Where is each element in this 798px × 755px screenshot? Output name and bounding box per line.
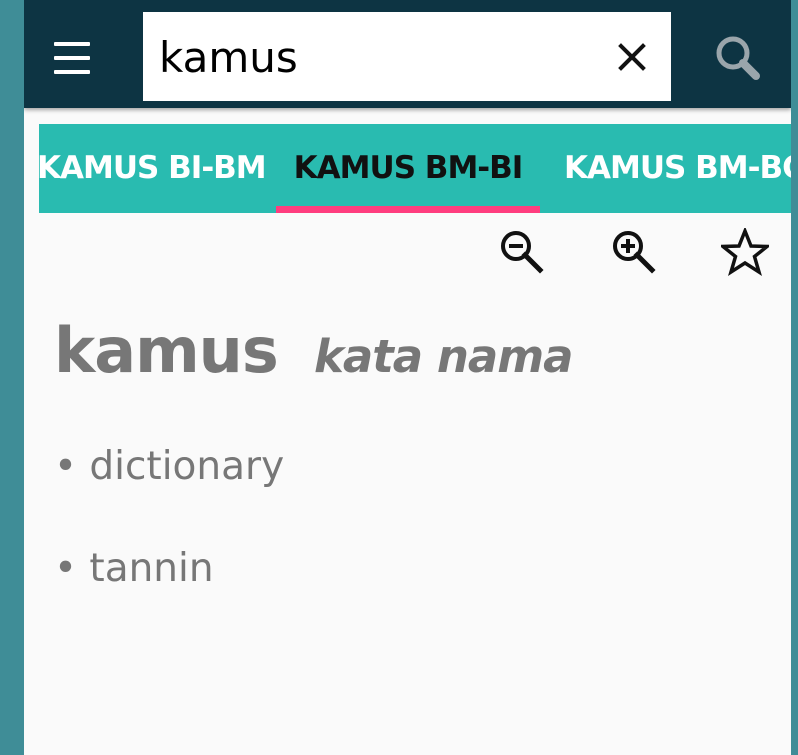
tab-kamus-bm-bc[interactable]: KAMUS BM-BC bbox=[564, 124, 791, 213]
selected-tab-indicator bbox=[276, 206, 540, 213]
tab-kamus-bm-bi[interactable]: KAMUS BM-BI bbox=[276, 124, 540, 213]
search-input[interactable] bbox=[159, 28, 599, 86]
hamburger-menu-icon[interactable] bbox=[54, 40, 94, 76]
app-window: KAMUS BI-BM KAMUS BM-BI KAMUS BM-BC kamu… bbox=[24, 0, 791, 755]
dictionary-tabs: KAMUS BI-BM KAMUS BM-BI KAMUS BM-BC bbox=[39, 124, 791, 213]
part-of-speech: kata nama bbox=[314, 330, 573, 383]
meaning-item: • dictionary bbox=[54, 444, 285, 489]
close-icon[interactable] bbox=[613, 38, 651, 76]
top-app-bar bbox=[24, 0, 791, 108]
meaning-item: • tannin bbox=[54, 546, 214, 591]
search-box bbox=[143, 12, 671, 101]
zoom-out-icon[interactable] bbox=[498, 228, 546, 276]
zoom-in-icon[interactable] bbox=[610, 228, 658, 276]
star-outline-icon[interactable] bbox=[718, 226, 772, 276]
search-icon[interactable] bbox=[712, 32, 766, 86]
headword: kamus bbox=[54, 314, 279, 387]
tab-kamus-bi-bm[interactable]: KAMUS BI-BM bbox=[39, 124, 267, 213]
